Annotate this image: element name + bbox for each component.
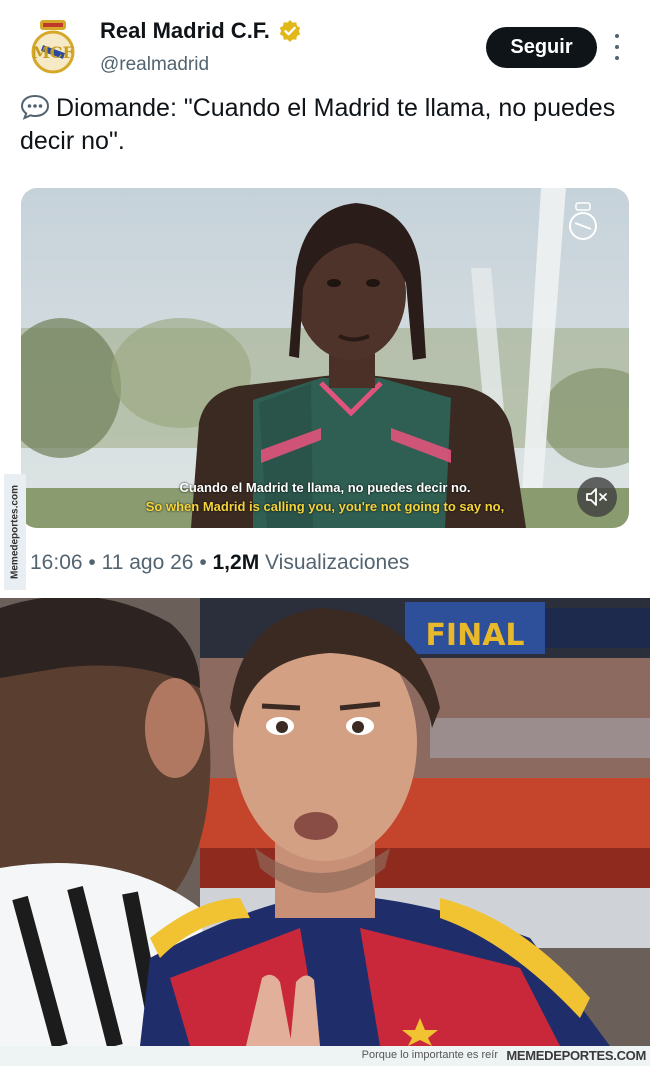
tweet-time[interactable]: 16:06	[30, 551, 83, 574]
side-watermark: Memedeportes.com	[4, 474, 26, 590]
volume-muted-icon[interactable]	[577, 477, 617, 517]
subtitle-spanish: Cuando el Madrid te llama, no puedes dec…	[179, 480, 471, 495]
meme-photo: FINAL	[0, 598, 650, 1046]
real-madrid-crest-icon[interactable]: MCF	[26, 18, 80, 76]
video-player[interactable]: Cuando el Madrid te llama, no puedes dec…	[21, 188, 629, 528]
tweet-meta: 16:06 • 11 ago 26 • 1,2M Visualizaciones	[30, 551, 410, 574]
follow-button[interactable]: Seguir	[486, 27, 597, 68]
tweet-text: Diomande: "Cuando el Madrid te llama, no…	[20, 94, 616, 155]
tweet-date[interactable]: 11 ago 26	[102, 551, 194, 574]
views-count: 1,2M	[212, 551, 260, 574]
banner-text: FINAL	[425, 618, 524, 653]
more-options-icon[interactable]	[611, 34, 623, 60]
speech-bubble-icon	[20, 94, 50, 120]
footer-tagline: Porque lo importante es reír	[361, 1049, 498, 1061]
account-handle[interactable]: @realmadrid	[100, 54, 209, 76]
account-name[interactable]: Real Madrid C.F.	[100, 18, 270, 44]
svg-text:MCF: MCF	[32, 43, 74, 62]
real-madrid-crest-icon	[569, 202, 597, 240]
tweet-card: MCF Real Madrid C.F. @realmadrid Seguir …	[0, 0, 650, 598]
views-label: Visualizaciones	[265, 551, 410, 574]
verified-badge-icon	[279, 20, 301, 42]
footer-brand[interactable]: MEMEDEPORTES.COM	[506, 1048, 646, 1063]
subtitle-english: So when Madrid is calling you, you're no…	[145, 499, 505, 514]
footer-watermark: Porque lo importante es reír MEMEDEPORTE…	[0, 1046, 650, 1066]
stadium-photo: FINAL	[0, 598, 650, 1046]
video-frame	[21, 188, 629, 528]
side-watermark-text: Memedeportes.com	[9, 485, 21, 579]
